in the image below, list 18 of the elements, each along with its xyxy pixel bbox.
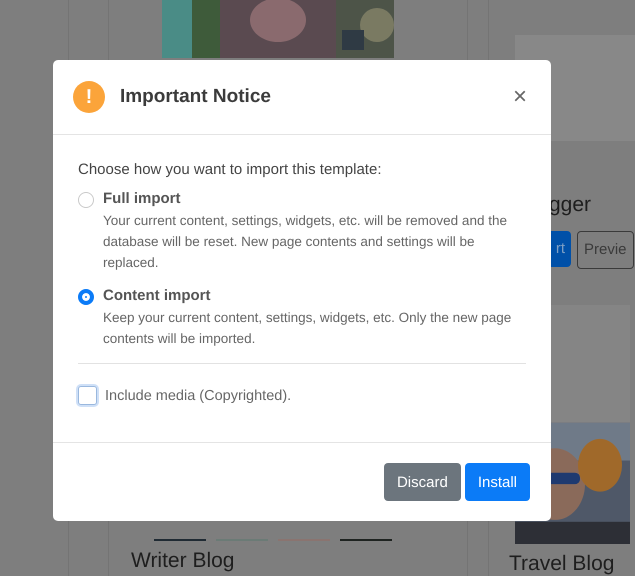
warning-icon: ! [73,81,105,113]
prompt-text: Choose how you want to import this template: [78,161,382,178]
card-title: gger [549,192,592,217]
option-description: Your current content, settings, widgets, etc. will be removed and the database will be reset. New page contents and settings will be replaced. [103,212,508,272]
radio-button[interactable] [78,192,94,208]
preview-button[interactable]: Previe [577,230,634,269]
checkbox[interactable] [78,386,97,405]
dialog-title: Important Notice [120,86,272,108]
checkbox-label: Include media (Copyrighted). [105,388,292,404]
close-button[interactable]: × [508,83,531,111]
card-title: Travel Blog [509,552,616,576]
install-button[interactable]: Install [464,463,530,501]
option-label: Full import [103,190,182,207]
radio-button[interactable] [78,289,94,305]
discard-button[interactable]: Discard [384,463,461,501]
option-label: Content import [103,287,212,304]
card-title: Writer Blog [131,549,234,573]
option-description: Keep your current content, settings, widgets, etc. Only the new page contents will be imported. [103,309,512,348]
